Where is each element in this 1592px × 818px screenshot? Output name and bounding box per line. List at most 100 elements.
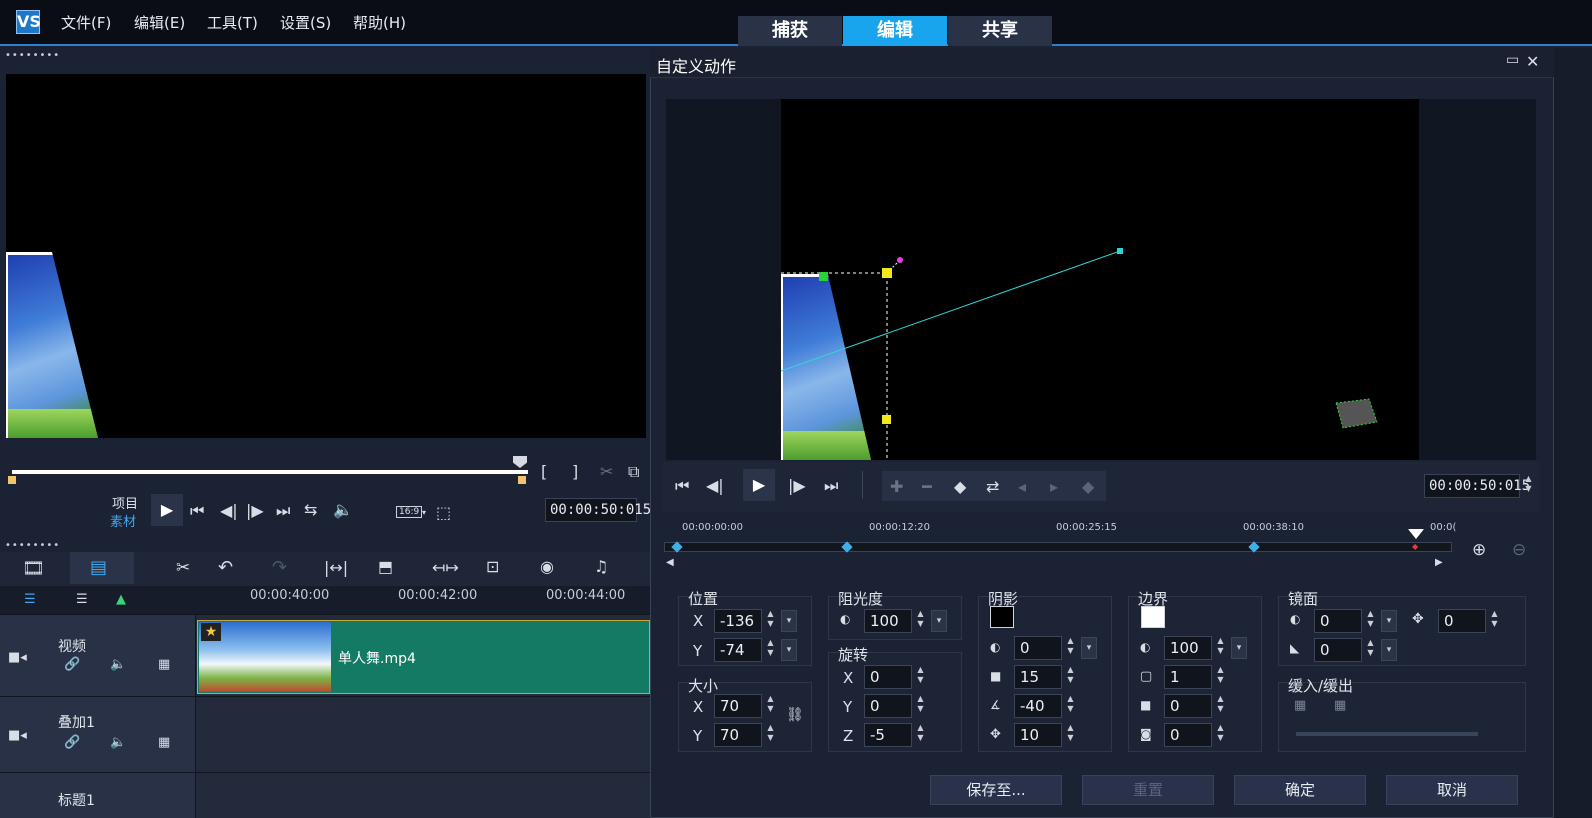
mirror-offset-spinner[interactable]: ▲ ▼ — [1488, 609, 1501, 633]
position-x-spinner[interactable]: ▲ ▼ — [764, 609, 777, 633]
maximize-icon[interactable]: ▭ — [1506, 52, 1519, 68]
shadow-opacity-dropdown[interactable]: ▾ — [1081, 637, 1097, 659]
position-x-input[interactable]: -136 — [714, 609, 762, 633]
size-x-input[interactable]: 70 — [714, 694, 762, 718]
ok-button[interactable]: 确定 — [1234, 775, 1366, 805]
go-end-button[interactable]: ⏭ — [824, 476, 838, 496]
timeline-grip-icon[interactable]: •••••••• — [5, 540, 60, 551]
rotation-y-spinner[interactable]: ▲ ▼ — [914, 694, 927, 718]
shadow-color-swatch[interactable] — [990, 606, 1014, 628]
mode-project-label[interactable]: 项目 — [112, 493, 138, 512]
opacity-input[interactable]: 100 — [864, 609, 912, 633]
mode-clip-label[interactable]: 素材 — [110, 511, 136, 530]
size-y-spinner[interactable]: ▲ ▼ — [764, 723, 777, 747]
player-timecode[interactable]: 00:00:50:015 — [545, 498, 651, 522]
rotation-y-input[interactable]: 0 — [864, 694, 912, 718]
prev-frame-button[interactable]: ◀| — [220, 501, 238, 520]
opacity-spinner[interactable]: ▲ ▼ — [914, 609, 927, 633]
pan-zoom-icon[interactable]: ⬒ — [378, 557, 393, 576]
aspect-chevron-icon[interactable]: ▾ — [422, 508, 426, 517]
add-chapter-icon[interactable]: ☰ — [76, 592, 88, 607]
shadow-distance-input[interactable]: 10 — [1014, 723, 1062, 747]
position-y-input[interactable]: -74 — [714, 638, 762, 662]
mark-out-button[interactable]: ] — [572, 462, 578, 481]
track-volume-icon[interactable]: 🔈 — [110, 657, 126, 672]
border-inner-spinner[interactable]: ▲ ▼ — [1214, 694, 1227, 718]
multi-trim-icon[interactable]: ↤↦ — [432, 558, 459, 577]
shadow-blur-input[interactable]: 15 — [1014, 665, 1062, 689]
swap-keyframes-icon[interactable]: ⇄ — [986, 477, 999, 496]
link-ratio-icon[interactable]: ⛓ — [786, 707, 804, 723]
next-frame-button[interactable]: |▶ — [788, 476, 806, 495]
trim-start-marker-icon[interactable] — [8, 476, 16, 484]
tab-capture[interactable]: 捕获 — [738, 16, 842, 46]
go-start-button[interactable]: ⏮ — [675, 476, 689, 496]
repeat-icon[interactable]: ⇆ — [304, 500, 317, 519]
menu-help[interactable]: 帮助(H) — [353, 12, 406, 33]
rotation-x-spinner[interactable]: ▲ ▼ — [914, 665, 927, 689]
split-clip-icon[interactable]: ✂ — [600, 462, 613, 481]
close-icon[interactable]: ✕ — [1526, 52, 1539, 71]
crop-select-icon[interactable]: ⬚ — [436, 503, 451, 522]
opacity-dropdown[interactable]: ▾ — [931, 610, 947, 632]
menu-edit[interactable]: 编辑(E) — [134, 12, 185, 33]
play-button[interactable]: ▶ — [151, 494, 183, 526]
border-inner-input[interactable]: 0 — [1164, 694, 1212, 718]
border-width-spinner[interactable]: ▲ ▼ — [1214, 665, 1227, 689]
scroll-left-icon[interactable]: ◀ — [666, 557, 674, 568]
mark-in-button[interactable]: [ — [541, 462, 547, 481]
keyframe-track[interactable] — [664, 542, 1452, 552]
link-icon[interactable]: 🔗 — [64, 657, 80, 672]
zoom-in-icon[interactable]: ⊕ — [1472, 540, 1486, 560]
ease-in-icon[interactable]: ▦ — [1294, 698, 1306, 713]
volume-icon[interactable]: 🔈 — [333, 500, 353, 519]
go-end-button[interactable]: ⏭ — [276, 501, 290, 521]
ripple-edit-icon[interactable]: ▲ — [116, 592, 126, 607]
rotation-z-input[interactable]: -5 — [864, 723, 912, 747]
border-width-input[interactable]: 1 — [1164, 665, 1212, 689]
panel-grip-icon[interactable]: •••••••• — [5, 50, 60, 61]
reset-button[interactable]: 重置 — [1082, 775, 1214, 805]
mirror-opacity-spinner[interactable]: ▲ ▼ — [1364, 609, 1377, 633]
scroll-right-icon[interactable]: ▶ — [1435, 557, 1443, 568]
border-corner-input[interactable]: 0 — [1164, 723, 1212, 747]
rotation-z-spinner[interactable]: ▲ ▼ — [914, 723, 927, 747]
link-icon[interactable]: 🔗 — [64, 735, 80, 750]
mirror-fade-spinner[interactable]: ▲ ▼ — [1364, 638, 1377, 662]
mirror-fade-dropdown[interactable]: ▾ — [1381, 639, 1397, 661]
border-opacity-input[interactable]: 100 — [1164, 636, 1212, 660]
cancel-button[interactable]: 取消 — [1386, 775, 1518, 805]
mirror-opacity-dropdown[interactable]: ▾ — [1381, 610, 1397, 632]
undo-icon[interactable]: ↶ — [218, 557, 233, 578]
add-keyframe-icon[interactable]: ✚ — [890, 477, 903, 496]
storyboard-view-icon[interactable]: 🎞 — [22, 558, 45, 579]
player-scrubber[interactable] — [12, 470, 528, 474]
ease-slider[interactable] — [1296, 732, 1478, 736]
ease-out-icon[interactable]: ▦ — [1334, 698, 1346, 713]
shadow-angle-spinner[interactable]: ▲ ▼ — [1064, 694, 1077, 718]
mirror-fade-input[interactable]: 0 — [1314, 638, 1362, 662]
zoom-out-icon[interactable]: ⊖ — [1512, 540, 1526, 560]
menu-file[interactable]: 文件(F) — [61, 12, 111, 33]
position-x-dropdown[interactable]: ▾ — [781, 610, 797, 632]
shadow-angle-input[interactable]: -40 — [1014, 694, 1062, 718]
position-y-dropdown[interactable]: ▾ — [781, 639, 797, 661]
remove-keyframe-icon[interactable]: ━ — [922, 477, 932, 496]
shadow-blur-spinner[interactable]: ▲ ▼ — [1064, 665, 1077, 689]
timecode-spinner[interactable]: ▲ ▼ — [1522, 474, 1535, 498]
position-y-spinner[interactable]: ▲ ▼ — [764, 638, 777, 662]
menu-settings[interactable]: 设置(S) — [280, 12, 331, 33]
shadow-opacity-input[interactable]: 0 — [1014, 636, 1062, 660]
border-opacity-dropdown[interactable]: ▾ — [1231, 637, 1247, 659]
move-left-icon[interactable]: ◂ — [1018, 477, 1026, 496]
move-right-icon[interactable]: ▸ — [1050, 477, 1058, 496]
track-volume-icon[interactable]: 🔈 — [110, 735, 126, 750]
track-visibility-icon[interactable]: ▦ — [158, 657, 170, 672]
border-corner-spinner[interactable]: ▲ ▼ — [1214, 723, 1227, 747]
dialog-preview[interactable] — [781, 99, 1419, 460]
border-opacity-spinner[interactable]: ▲ ▼ — [1214, 636, 1227, 660]
tools-icon[interactable]: ✂ — [176, 558, 190, 578]
tab-edit[interactable]: 编辑 — [843, 16, 947, 46]
smooth-path-icon[interactable]: ◆ — [1082, 477, 1094, 496]
save-to-button[interactable]: 保存至... — [930, 775, 1062, 805]
